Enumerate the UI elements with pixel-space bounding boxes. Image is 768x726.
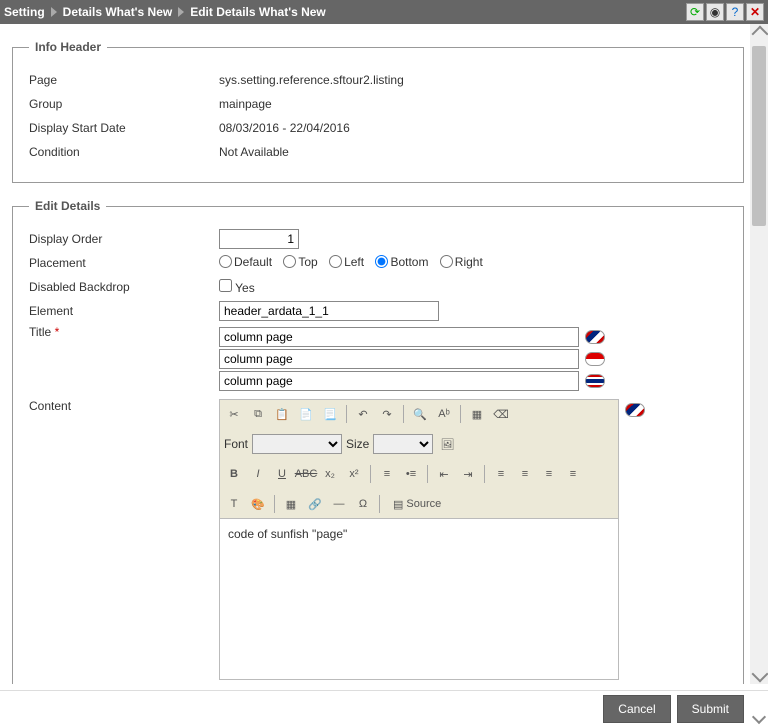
group-value: mainpage: [219, 97, 272, 111]
placement-option-label: Left: [344, 255, 364, 269]
size-label: Size: [346, 437, 369, 451]
condition-label: Condition: [29, 145, 219, 159]
find-icon[interactable]: 🔍: [410, 404, 430, 424]
page-value: sys.setting.reference.sftour2.listing: [219, 73, 404, 87]
placement-option-label: Top: [298, 255, 317, 269]
replace-icon[interactable]: Aᵇ: [434, 404, 454, 424]
outdent-icon[interactable]: ⇤: [434, 464, 454, 484]
edit-details-section: Edit Details Display Order Placement Def…: [12, 199, 744, 684]
backdrop-option-label: Yes: [235, 281, 255, 295]
element-input[interactable]: [219, 301, 439, 321]
flag-gb-icon: [625, 403, 645, 417]
copy-icon[interactable]: ⧉: [248, 404, 268, 424]
bg-color-icon[interactable]: 🎨: [248, 494, 268, 514]
title-label: Title *: [29, 325, 219, 339]
flag-th-icon: [585, 374, 605, 388]
numbered-list-icon[interactable]: ≡: [377, 464, 397, 484]
paste-word-icon[interactable]: 📃: [320, 404, 340, 424]
title-input-th[interactable]: [219, 371, 579, 391]
italic-icon[interactable]: I: [248, 464, 268, 484]
placement-bottom-radio[interactable]: [375, 255, 388, 268]
breadcrumb: Setting Details What's New Edit Details …: [4, 5, 326, 19]
disabled-backdrop-label: Disabled Backdrop: [29, 280, 219, 294]
table-icon[interactable]: ▦: [281, 494, 301, 514]
placement-right-radio[interactable]: [440, 255, 453, 268]
align-justify-icon[interactable]: ≡: [563, 464, 583, 484]
bold-icon[interactable]: B: [224, 464, 244, 484]
hr-icon[interactable]: —: [329, 494, 349, 514]
placement-left-radio[interactable]: [329, 255, 342, 268]
cancel-button[interactable]: Cancel: [603, 695, 670, 723]
refresh-icon[interactable]: ⟳: [686, 3, 704, 21]
bullet-list-icon[interactable]: •≡: [401, 464, 421, 484]
chevron-down-icon[interactable]: [752, 710, 766, 724]
display-order-input[interactable]: [219, 229, 299, 249]
breadcrumb-item: Edit Details What's New: [190, 5, 326, 19]
align-center-icon[interactable]: ≡: [515, 464, 535, 484]
link-icon[interactable]: 🔗: [305, 494, 325, 514]
text-color-icon[interactable]: T: [224, 494, 244, 514]
select-all-icon[interactable]: ▦: [467, 404, 487, 424]
title-bar: Setting Details What's New Edit Details …: [0, 0, 768, 24]
placement-label: Placement: [29, 256, 219, 270]
placement-option-label: Default: [234, 255, 272, 269]
remove-format-icon[interactable]: ⌫: [491, 404, 511, 424]
placement-default-radio[interactable]: [219, 255, 232, 268]
editor-toolbar: ✂ ⧉ 📋 📄 📃 ↶ ↷ 🔍 Aᵇ ▦ ⌫: [220, 400, 618, 519]
rich-text-editor: ✂ ⧉ 📋 📄 📃 ↶ ↷ 🔍 Aᵇ ▦ ⌫: [219, 399, 619, 680]
footer: Cancel Submit: [0, 690, 768, 726]
align-right-icon[interactable]: ≡: [539, 464, 559, 484]
breadcrumb-item[interactable]: Details What's New: [63, 5, 173, 19]
edit-details-legend: Edit Details: [29, 199, 106, 213]
title-input-en[interactable]: [219, 327, 579, 347]
condition-value: Not Available: [219, 145, 289, 159]
user-icon[interactable]: ◉: [706, 3, 724, 21]
titlebar-actions: ⟳ ◉ ? ✕: [686, 3, 764, 21]
display-order-label: Display Order: [29, 232, 219, 246]
close-icon[interactable]: ✕: [746, 3, 764, 21]
info-header-section: Info Header Page sys.setting.reference.s…: [12, 40, 744, 183]
flag-id-icon: [585, 352, 605, 366]
subscript-icon[interactable]: x₂: [320, 464, 340, 484]
paste-icon[interactable]: 📋: [272, 404, 292, 424]
group-label: Group: [29, 97, 219, 111]
info-header-legend: Info Header: [29, 40, 107, 54]
redo-icon[interactable]: ↷: [377, 404, 397, 424]
font-label: Font: [224, 437, 248, 451]
content-body[interactable]: code of sunfish "page": [220, 519, 618, 679]
strike-icon[interactable]: ABC: [296, 464, 316, 484]
placement-top-radio[interactable]: [283, 255, 296, 268]
image-icon[interactable]: 🖼: [437, 434, 457, 454]
align-left-icon[interactable]: ≡: [491, 464, 511, 484]
help-icon[interactable]: ?: [726, 3, 744, 21]
title-input-id[interactable]: [219, 349, 579, 369]
submit-button[interactable]: Submit: [677, 695, 744, 723]
cut-icon[interactable]: ✂: [224, 404, 244, 424]
placement-option-label: Right: [455, 255, 483, 269]
special-char-icon[interactable]: Ω: [353, 494, 373, 514]
chevron-right-icon: [178, 7, 184, 17]
indent-icon[interactable]: ⇥: [458, 464, 478, 484]
flag-gb-icon: [585, 330, 605, 344]
source-button[interactable]: ▤ Source: [386, 494, 448, 514]
content-area: Info Header Page sys.setting.reference.s…: [0, 24, 768, 684]
undo-icon[interactable]: ↶: [353, 404, 373, 424]
paste-text-icon[interactable]: 📄: [296, 404, 316, 424]
placement-option-label: Bottom: [390, 255, 428, 269]
chevron-right-icon: [51, 7, 57, 17]
size-select[interactable]: [373, 434, 433, 454]
breadcrumb-item[interactable]: Setting: [4, 5, 45, 19]
content-label: Content: [29, 399, 219, 413]
placement-radio-group: Default Top Left Bottom Right: [219, 255, 491, 272]
font-select[interactable]: [252, 434, 342, 454]
disabled-backdrop-checkbox[interactable]: [219, 279, 232, 292]
element-label: Element: [29, 304, 219, 318]
display-start-date-value: 08/03/2016 - 22/04/2016: [219, 121, 350, 135]
superscript-icon[interactable]: x²: [344, 464, 364, 484]
page-label: Page: [29, 73, 219, 87]
underline-icon[interactable]: U: [272, 464, 292, 484]
display-start-date-label: Display Start Date: [29, 121, 219, 135]
